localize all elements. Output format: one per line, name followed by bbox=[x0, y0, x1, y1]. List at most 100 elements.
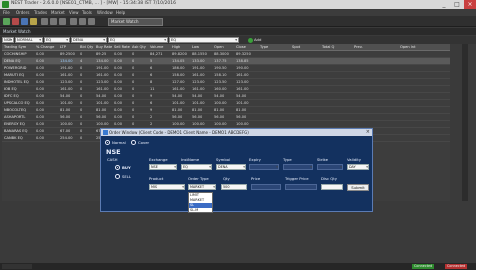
order-book-icon[interactable] bbox=[21, 18, 28, 25]
tab-market-watch[interactable]: Market Watch bbox=[108, 18, 163, 26]
table-row[interactable]: NBOCOLTEQ 0.00 81.00 0 81.00 0.00 0 9 81.00 81.00… bbox=[2, 107, 450, 114]
order-trigger-price-input[interactable] bbox=[285, 184, 317, 190]
order-type-select[interactable] bbox=[283, 164, 313, 170]
column-header[interactable]: Sell Rate bbox=[114, 45, 130, 49]
table-cell-open: 100.00 bbox=[214, 101, 227, 105]
maximize-button[interactable]: □ bbox=[451, 0, 463, 9]
table-row[interactable]: COCHINSHIP 0.00 89.2500 0 89.25 0.00 0 84,271 89… bbox=[2, 51, 450, 58]
table-cell-sym: COCHINSHIP bbox=[4, 52, 27, 56]
order-window-close-icon[interactable]: × bbox=[366, 129, 370, 136]
menu-help[interactable]: Help bbox=[116, 10, 125, 15]
net-position-icon[interactable] bbox=[41, 18, 48, 25]
table-cell-chg: 0.00 bbox=[36, 59, 45, 63]
series-type-select[interactable]: NORMAL bbox=[15, 37, 43, 43]
order-product-select[interactable]: MIS bbox=[149, 184, 185, 190]
minimize-button[interactable]: _ bbox=[438, 0, 450, 9]
table-row[interactable]: POWERGRID 0.00 191.00 0 191.00 0.00 0 6 186.00 19… bbox=[2, 65, 450, 72]
column-header[interactable]: Type bbox=[260, 45, 268, 49]
menu-file[interactable]: File bbox=[3, 10, 10, 15]
settings-icon[interactable] bbox=[88, 18, 95, 25]
grid-scrollbar[interactable] bbox=[462, 44, 468, 201]
trade-book-icon[interactable] bbox=[30, 18, 37, 25]
order-strike-select[interactable] bbox=[317, 164, 343, 170]
order-window-titlebar[interactable]: Order Window (Client Code - DEMO1 Client… bbox=[101, 129, 372, 136]
table-row[interactable]: UPSCALCO EQ 0.00 101.00 0 101.00 0.00 0 6 101.00… bbox=[2, 100, 450, 107]
order-instname-select[interactable]: EQ bbox=[181, 164, 212, 170]
column-header[interactable]: Trading Sym bbox=[4, 45, 26, 49]
add-scrip-button[interactable]: Add bbox=[248, 37, 261, 43]
column-header[interactable]: Open Int bbox=[400, 45, 416, 49]
table-cell-aq: 0 bbox=[132, 66, 135, 70]
submit-button[interactable]: Submit bbox=[347, 184, 369, 191]
table-cell-sr: 0.00 bbox=[114, 87, 123, 91]
column-header[interactable]: Bid Qty bbox=[80, 45, 93, 49]
column-header[interactable]: Ask Qty bbox=[132, 45, 146, 49]
column-header[interactable]: % Change bbox=[36, 45, 54, 49]
table-cell-aq: 0 bbox=[132, 101, 135, 105]
column-header[interactable]: Volume bbox=[150, 45, 163, 49]
buy-radio[interactable] bbox=[115, 165, 120, 170]
instrument-select[interactable]: EQ bbox=[44, 37, 70, 43]
snap-quote-icon[interactable] bbox=[59, 18, 66, 25]
market-picture-icon[interactable] bbox=[50, 18, 57, 25]
series-select[interactable]: EQ bbox=[108, 37, 168, 43]
normal-radio[interactable] bbox=[105, 140, 110, 145]
column-header[interactable]: Open bbox=[214, 45, 224, 49]
order-expiry-select[interactable] bbox=[249, 164, 279, 170]
order-type-option[interactable]: SL-M bbox=[189, 208, 212, 213]
table-cell-bq: 0 bbox=[80, 115, 83, 119]
table-cell-chg: 0.00 bbox=[36, 122, 45, 126]
table-row[interactable]: ASHAPORTL 0.00 56.00 0 56.00 0.00 0 2 56.00 56.00… bbox=[2, 114, 450, 121]
table-cell-low: 133.00 bbox=[192, 59, 205, 63]
menu-market[interactable]: Market bbox=[51, 10, 65, 15]
extra-select[interactable]: EQ bbox=[169, 37, 239, 43]
sell-radio[interactable] bbox=[115, 174, 120, 179]
table-cell-close: 81.00 bbox=[236, 108, 247, 112]
table-cell-br: 81.00 bbox=[96, 108, 107, 112]
column-header[interactable]: Low bbox=[192, 45, 199, 49]
table-row[interactable]: DENA EQ 0.00 134.00 4 134.00 0.00 0 5 134.05 133.… bbox=[2, 58, 450, 65]
column-header[interactable]: Prev. bbox=[354, 45, 363, 49]
menu-trades[interactable]: Trades bbox=[34, 10, 47, 15]
menu-orders[interactable]: Orders bbox=[16, 10, 29, 15]
column-header[interactable]: Buy Rate bbox=[96, 45, 112, 49]
table-cell-bq: 0 bbox=[80, 108, 83, 112]
exchange-select[interactable]: NSE bbox=[2, 37, 14, 43]
order-qty-input[interactable]: 500 bbox=[221, 184, 247, 190]
table-cell-sr: 0.00 bbox=[114, 115, 123, 119]
column-header[interactable]: High bbox=[172, 45, 180, 49]
menu-window[interactable]: Window bbox=[97, 10, 113, 15]
table-row[interactable]: INDHOTEL EQ 0.00 123.00 0 123.00 0.00 0 8 127.00… bbox=[2, 79, 450, 86]
table-cell-vol: 5 bbox=[150, 59, 153, 63]
column-header[interactable]: Spot bbox=[292, 45, 300, 49]
column-header[interactable]: Total Q bbox=[322, 45, 334, 49]
order-exchange-select[interactable]: NSE bbox=[149, 164, 177, 170]
column-header[interactable]: Close bbox=[236, 45, 246, 49]
order-symbol-select[interactable]: DENA bbox=[216, 164, 246, 170]
buy-label: BUY bbox=[122, 165, 131, 170]
order-disc-qty-input[interactable] bbox=[321, 184, 343, 190]
menu-view[interactable]: View bbox=[69, 10, 79, 15]
order-validity-select[interactable]: DAY bbox=[347, 164, 369, 170]
chart-icon[interactable] bbox=[70, 18, 77, 25]
table-row[interactable]: IOB EQ 0.00 161.00 0 161.00 0.00 0 11 161.00 161.… bbox=[2, 86, 450, 93]
order-type-dropdown[interactable]: MARKET bbox=[188, 184, 216, 190]
table-row[interactable]: IDFC EQ 0.00 54.00 0 54.00 0.00 0 9 54.00 54.00 54… bbox=[2, 93, 450, 100]
cover-radio[interactable] bbox=[131, 140, 136, 145]
symbol-select[interactable]: DENA bbox=[71, 37, 107, 43]
order-price-input[interactable] bbox=[251, 184, 281, 190]
validity-field-label: Validity bbox=[347, 157, 361, 162]
buy-order-icon[interactable] bbox=[3, 18, 10, 25]
market-watch-header: Market Watch bbox=[0, 28, 476, 35]
table-cell-close: 161.00 bbox=[236, 87, 249, 91]
close-button[interactable]: × bbox=[464, 0, 476, 9]
table-row[interactable]: ENERGY EQ 0.00 100.00 0 100.00 0.00 0 2 100.00 10… bbox=[2, 121, 450, 128]
table-cell-high: 56.00 bbox=[172, 115, 183, 119]
menu-tools[interactable]: Tools bbox=[82, 10, 92, 15]
sell-order-icon[interactable] bbox=[12, 18, 19, 25]
table-row[interactable]: MARUTI EQ 0.00 161.00 0 161.00 0.00 0 6 158.00 16… bbox=[2, 72, 450, 79]
trigger-price-field-label: Trigger Price bbox=[285, 176, 309, 181]
column-header[interactable]: LTP bbox=[60, 45, 66, 49]
alerts-icon[interactable] bbox=[79, 18, 86, 25]
table-cell-chg: 0.00 bbox=[36, 73, 45, 77]
